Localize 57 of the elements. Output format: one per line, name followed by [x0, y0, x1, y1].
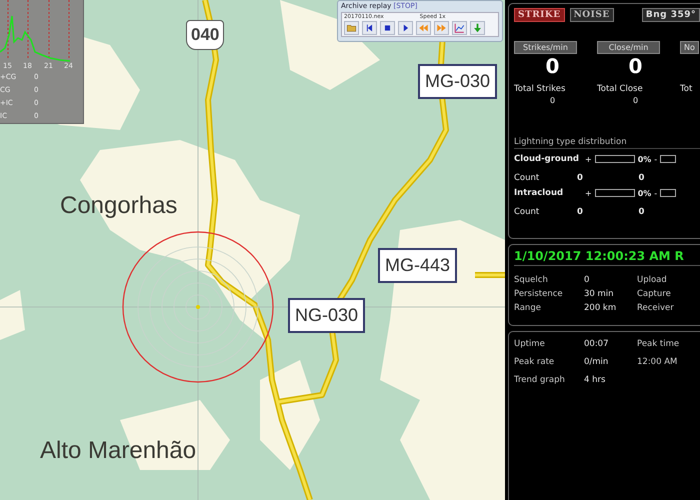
- date-time: 1/10/2017 12:00:23 AM R: [514, 249, 700, 266]
- setting-label: Squelch: [514, 275, 549, 285]
- stat-label: Peak time: [637, 339, 680, 349]
- road-sign: 040: [186, 20, 224, 50]
- count-label: Count: [514, 207, 540, 217]
- count-value: 0: [577, 207, 584, 217]
- total-label: Tot: [680, 84, 692, 94]
- road-sign: MG-443: [378, 248, 458, 283]
- count-label: Count: [514, 173, 540, 183]
- stat-value: 12:00 AM: [637, 357, 678, 367]
- rate-button[interactable]: Close/min: [597, 41, 660, 54]
- plus-sign: +: [585, 188, 592, 198]
- setting-label: Upload: [637, 275, 668, 285]
- count-value: 0: [638, 207, 646, 217]
- road-sign: MG-030: [418, 64, 498, 99]
- setting-value: 200 km: [584, 303, 618, 313]
- setting-label: Persistence: [514, 289, 564, 299]
- stat-value: 4 hrs: [584, 375, 606, 385]
- stat-label: Trend graph: [514, 375, 566, 385]
- minus-sign: -: [654, 188, 658, 198]
- mode-button[interactable]: STRIKE: [514, 8, 565, 22]
- setting-value: 0: [584, 275, 590, 285]
- mode-button[interactable]: NOISE: [570, 8, 614, 22]
- rate-button[interactable]: Strikes/min: [514, 41, 577, 54]
- town-label: Congorhas: [60, 192, 178, 220]
- total-label: Total Strikes: [514, 84, 566, 94]
- type-label: Cloud-ground: [514, 154, 580, 164]
- rate-button[interactable]: No: [680, 41, 699, 54]
- stop-icon[interactable]: [380, 21, 395, 35]
- setting-label: Receiver: [637, 303, 675, 313]
- bearing-button[interactable]: Bng 359°: [642, 8, 700, 22]
- section-title: Lightning type distribution: [514, 137, 700, 149]
- folder-icon[interactable]: [344, 21, 359, 35]
- play-icon[interactable]: [398, 21, 413, 35]
- percent-value: 0%: [638, 154, 652, 164]
- count-value: 0: [638, 173, 646, 183]
- road-sign: NG-030: [288, 298, 366, 333]
- minus-sign: -: [654, 154, 658, 164]
- setting-value: 30 min: [584, 289, 615, 299]
- rate-value: 0: [628, 54, 642, 80]
- rate-value: 0: [546, 54, 560, 80]
- count-value: 0: [577, 173, 584, 183]
- stat-value: 0/min: [584, 357, 610, 367]
- total-label: Total Close: [597, 84, 643, 94]
- plus-sign: +: [585, 154, 592, 164]
- setting-label: Range: [514, 303, 542, 313]
- chart-icon[interactable]: [452, 21, 467, 35]
- stat-value: 00:07: [584, 339, 610, 349]
- type-label: Intracloud: [514, 188, 564, 198]
- percent-value: 0%: [638, 188, 652, 198]
- total-value: 0: [632, 96, 638, 105]
- stat-value: Peak rate: [514, 357, 556, 367]
- total-value: 0: [550, 96, 556, 105]
- setting-label: Capture: [637, 289, 672, 299]
- town-label: Alto Marenhão: [40, 437, 196, 465]
- step-back-icon[interactable]: [362, 21, 377, 35]
- stat-label: Uptime: [514, 339, 546, 349]
